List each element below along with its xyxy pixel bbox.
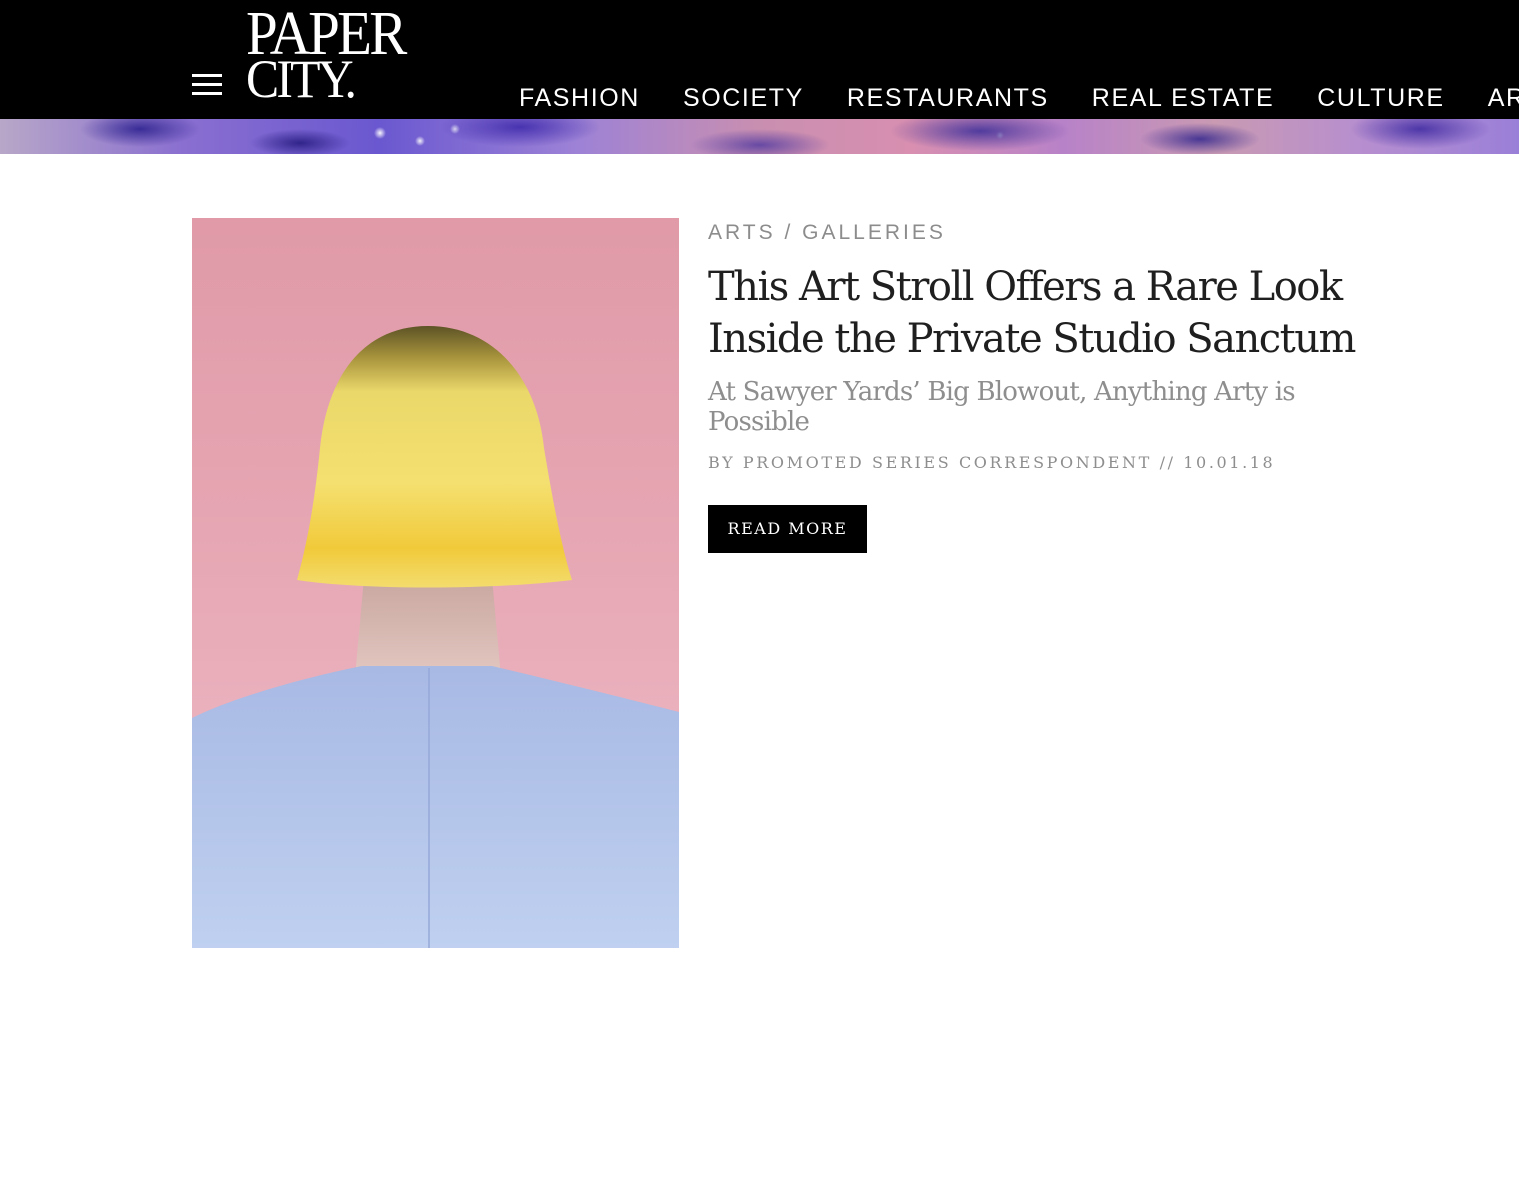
shirt-shape <box>192 666 679 948</box>
menu-bar <box>192 83 222 86</box>
article-byline: BY PROMOTED SERIES CORRESPONDENT // 10.0… <box>708 453 1276 472</box>
article-details: ARTS / GALLERIES This Art Stroll Offers … <box>708 218 1388 553</box>
article-subtitle: At Sawyer Yards’ Big Blowout, Anything A… <box>708 377 1296 437</box>
nav-item-real-estate[interactable]: REAL ESTATE <box>1092 83 1274 113</box>
nav-item-society[interactable]: SOCIETY <box>683 83 804 113</box>
article-photo-illustration <box>192 326 679 948</box>
hero-banner-strip <box>0 119 1519 154</box>
nav-item-restaurants[interactable]: RESTAURANTS <box>847 83 1049 113</box>
nav-item-culture[interactable]: CULTURE <box>1317 83 1444 113</box>
site-header: PAPER CITY. FASHION SOCIETY RESTAURANTS … <box>0 0 1519 119</box>
main-nav: FASHION SOCIETY RESTAURANTS REAL ESTATE … <box>519 83 1519 113</box>
site-logo[interactable]: PAPER CITY. <box>246 3 446 109</box>
hair-shape <box>297 326 572 588</box>
menu-bar <box>192 92 222 95</box>
article-title[interactable]: This Art Stroll Offers a Rare Look Insid… <box>708 261 1388 365</box>
logo-line-2: CITY. <box>246 49 357 109</box>
nav-item-fashion[interactable]: FASHION <box>519 83 640 113</box>
article-image[interactable] <box>192 218 679 948</box>
hamburger-menu-icon[interactable] <box>192 74 222 96</box>
nav-item-arts[interactable]: ARTS <box>1488 83 1519 113</box>
menu-bar <box>192 74 222 77</box>
read-more-button[interactable]: READ MORE <box>708 505 867 553</box>
article-category-link[interactable]: ARTS / GALLERIES <box>708 218 1388 248</box>
